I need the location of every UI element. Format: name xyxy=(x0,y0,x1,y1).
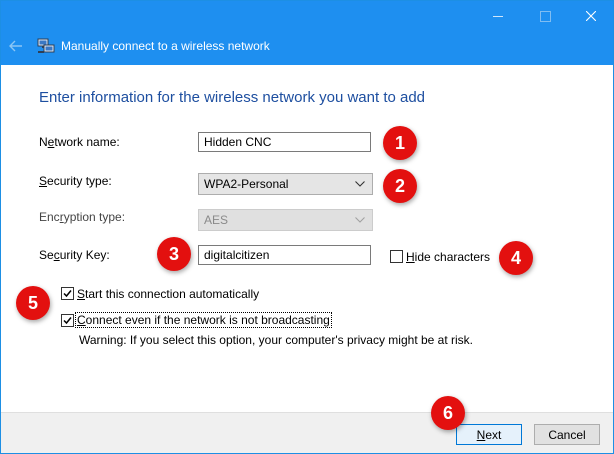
maximize-icon xyxy=(539,10,551,22)
hide-characters-label[interactable]: Hide characters xyxy=(406,250,490,264)
window-title: Manually connect to a wireless network xyxy=(61,39,270,53)
connect-hidden-checkbox[interactable] xyxy=(61,314,74,327)
minimize-icon xyxy=(493,15,503,17)
checkmark-icon xyxy=(63,317,72,325)
label-part: twork name: xyxy=(54,135,120,149)
annotation-badge-1: 1 xyxy=(383,126,417,160)
label-accel: S xyxy=(39,174,48,188)
dialog-window: Manually connect to a wireless network E… xyxy=(0,0,614,454)
encryption-type-label: Encryption type: xyxy=(39,210,125,224)
title-bar: Manually connect to a wireless network xyxy=(1,1,613,65)
close-button[interactable] xyxy=(568,1,613,31)
security-key-label: Security Key: xyxy=(39,248,110,262)
security-key-input[interactable]: digitalcitizen xyxy=(198,245,371,265)
dialog-footer: Next Cancel xyxy=(1,412,613,453)
label-part: ext xyxy=(485,427,502,442)
label-part: onnect even if the network is not broadc… xyxy=(85,313,330,327)
network-name-label: Network name: xyxy=(39,135,120,149)
security-type-label: Security type: xyxy=(39,174,112,188)
label-part: urity Key: xyxy=(59,248,110,262)
cancel-button[interactable]: Cancel xyxy=(534,424,600,445)
label-part: Se xyxy=(39,248,54,262)
back-button[interactable] xyxy=(5,35,27,57)
hide-characters-checkbox[interactable] xyxy=(390,250,403,263)
label-accel: N xyxy=(476,427,486,442)
start-automatically-label[interactable]: Start this connection automatically xyxy=(77,287,259,301)
label-part: ecurity type: xyxy=(47,174,112,188)
start-automatically-checkbox[interactable] xyxy=(61,287,74,300)
annotation-badge-5: 5 xyxy=(16,286,50,320)
chevron-down-icon xyxy=(355,215,365,225)
minimize-button[interactable] xyxy=(475,1,521,31)
network-name-input[interactable]: Hidden CNC xyxy=(198,132,371,152)
security-type-value: WPA2-Personal xyxy=(204,177,289,191)
back-arrow-icon xyxy=(9,40,22,52)
label-part: Enc xyxy=(39,210,60,224)
connect-hidden-label[interactable]: Connect even if the network is not broad… xyxy=(75,312,332,328)
label-part: ide characters xyxy=(414,250,491,264)
annotation-badge-2: 2 xyxy=(383,169,417,203)
checkmark-icon xyxy=(63,290,72,298)
security-type-select[interactable]: WPA2-Personal xyxy=(198,173,373,195)
next-button[interactable]: Next xyxy=(456,424,522,445)
maximize-button[interactable] xyxy=(522,1,568,31)
annotation-badge-6: 6 xyxy=(431,396,465,430)
privacy-warning: Warning: If you select this option, your… xyxy=(79,333,474,347)
page-heading: Enter information for the wireless netwo… xyxy=(39,89,426,106)
label-accel: S xyxy=(77,287,86,301)
close-icon xyxy=(586,11,596,21)
encryption-type-select[interactable]: AES xyxy=(198,209,373,231)
annotation-badge-3: 3 xyxy=(157,237,191,271)
encryption-type-value: AES xyxy=(204,213,229,227)
network-connection-icon xyxy=(37,38,55,53)
annotation-badge-4: 4 xyxy=(499,241,533,275)
label-part: tart this connection automatically xyxy=(85,287,260,301)
label-part: yption type: xyxy=(63,210,126,224)
label-accel: H xyxy=(406,250,415,264)
label-part: N xyxy=(39,135,48,149)
chevron-down-icon xyxy=(355,179,365,189)
label-accel: C xyxy=(77,313,86,327)
